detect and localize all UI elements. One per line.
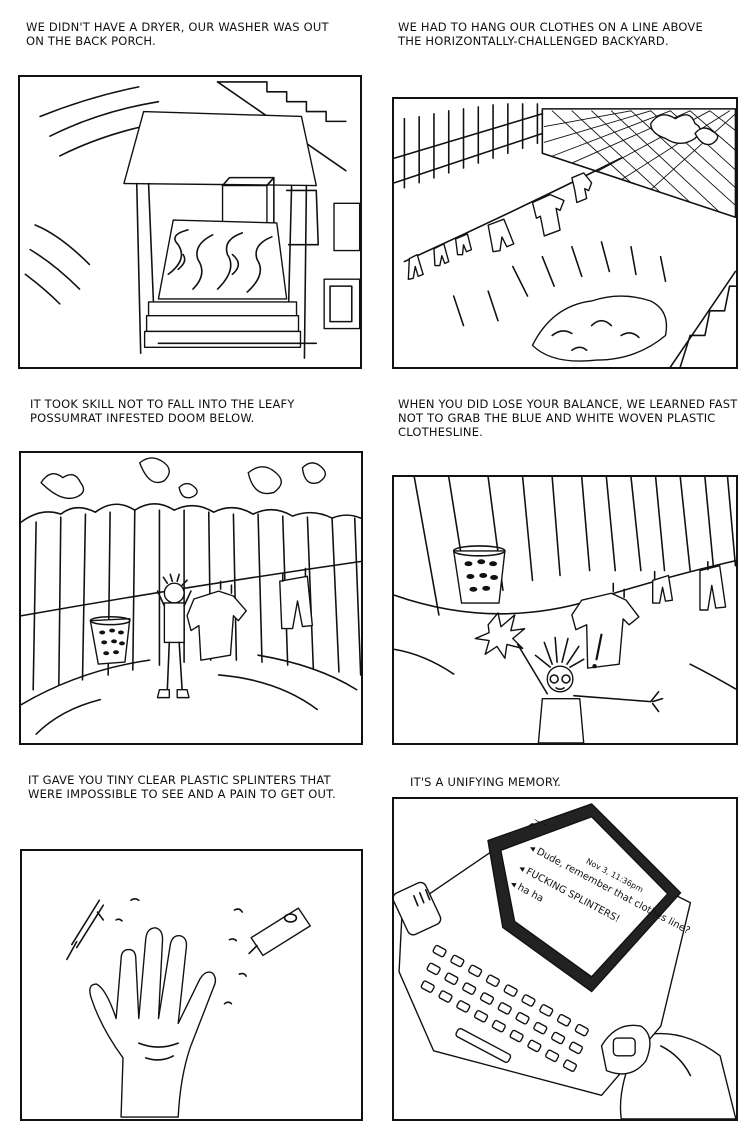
yard-drawing bbox=[394, 103, 736, 367]
panel-3-caption: It took skill not to fall into the leafy… bbox=[30, 397, 295, 425]
hanging-laundry-drawing bbox=[21, 457, 361, 735]
panel-6-phone-message: ~ ~ Nov 3, 11:36pm ◂ Dude, remember that… bbox=[392, 797, 738, 1121]
panel-5-caption: It gave you tiny clear plastic splinters… bbox=[28, 773, 336, 801]
porch-drawing bbox=[24, 81, 360, 359]
panel-2-caption: We had to hang our clothes on a line abo… bbox=[398, 20, 703, 48]
panel-4-losing-balance bbox=[392, 475, 738, 745]
panel-1-washer-porch bbox=[18, 75, 362, 369]
panel-5-splinters-hand bbox=[20, 849, 363, 1121]
panel-2-clothesline-yard bbox=[392, 97, 738, 369]
panel-1-caption: We didn't have a dryer, our washer was o… bbox=[26, 20, 329, 48]
panel-6-caption: It's a unifying memory. bbox=[410, 775, 562, 789]
panel-3-hanging-laundry bbox=[19, 451, 363, 745]
panel-4-caption: When you did lose your balance, we learn… bbox=[398, 397, 738, 439]
hand-drawing bbox=[66, 898, 311, 1118]
phone-drawing: ~ ~ Nov 3, 11:36pm ◂ Dude, remember that… bbox=[394, 803, 736, 1119]
losing-balance-drawing bbox=[394, 477, 736, 743]
